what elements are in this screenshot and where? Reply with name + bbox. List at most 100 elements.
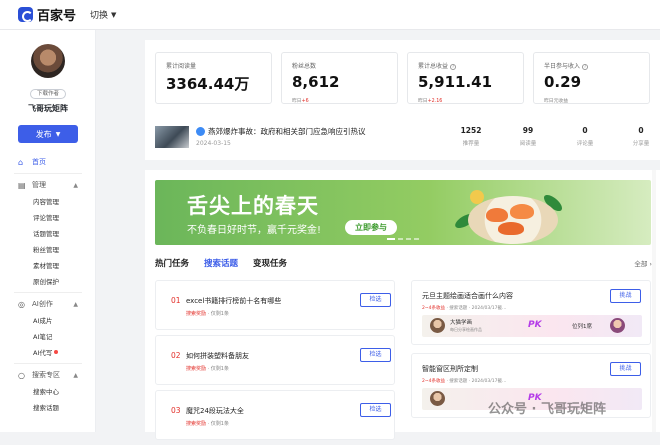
challenge-button[interactable]: 挑战 (610, 362, 641, 376)
stat-card-reads[interactable]: 累计阅读量 3364.44万 (155, 52, 272, 104)
banner-subtitle: 不负春日好时节，赢千元奖金! (187, 225, 322, 236)
sidebar-group-manage[interactable]: ▤ 管理 ▲ (0, 177, 96, 193)
plate-shape (468, 196, 558, 244)
tab-hot-tasks[interactable]: 热门任务 (155, 257, 189, 269)
chevron-down-icon: ▼ (55, 130, 61, 138)
avatar (430, 318, 445, 333)
divider (14, 173, 82, 174)
sidebar-item-content[interactable]: 内容管理 (0, 193, 96, 209)
tab-monetize-tasks[interactable]: 变现任务 (253, 257, 287, 269)
topic-deadline: · 搜索话题 · 2024/03/17截... (446, 306, 507, 311)
pk-label: PK (528, 320, 542, 330)
challenge-button[interactable]: 挑战 (610, 289, 641, 303)
new-dot-icon (54, 350, 59, 354)
author-tag: 下载作者 (30, 89, 66, 99)
tab-search-topics[interactable]: 搜索话题 (204, 257, 238, 269)
task-meta: 搜索奖励 · 仅剩1条 (186, 420, 229, 427)
list-item: 元旦主题绘画适合画什么内容 2~4条收益 · 搜索话题 · 2024/03/17… (411, 280, 651, 345)
avatar (430, 391, 445, 406)
stat-value: 3364.44万 (166, 75, 250, 93)
ai-icon: ◎ (18, 299, 25, 309)
sidebar-item-ai-video[interactable]: AI成片 (0, 312, 96, 328)
task-select-button[interactable]: 检选 (360, 293, 391, 307)
stat-label: 半日参与收入? (544, 61, 589, 70)
publish-button[interactable]: 发布 ▼ (18, 125, 78, 143)
chevron-down-icon: ▼ (111, 10, 117, 19)
task-select-button[interactable]: 检选 (360, 348, 391, 362)
carousel-dots[interactable] (387, 238, 419, 240)
sidebar-group-search[interactable]: ○ 搜索专区 ▲ (0, 367, 96, 383)
article-thumbnail[interactable] (155, 126, 189, 148)
stat-label-text: 累计总收益 (418, 63, 449, 70)
divider (14, 363, 82, 364)
help-icon[interactable]: ? (450, 64, 457, 70)
task-remaining: · 仅剩1条 (207, 311, 229, 317)
task-tag: 搜索奖励 (186, 421, 207, 427)
pk-strip[interactable]: 大猫学画 每日分享绘画作品 PK 位列1席 (422, 315, 642, 337)
task-title[interactable]: 如何拼装塑料备朋友 (186, 351, 249, 361)
hot-badge-icon (196, 127, 205, 136)
sidebar-item-fans[interactable]: 粉丝管理 (0, 241, 96, 257)
sidebar-item-original[interactable]: 原创保护 (0, 273, 96, 289)
banner-join-button[interactable]: 立即参与 (345, 220, 397, 235)
publish-label: 发布 (35, 129, 52, 139)
stat-card-income[interactable]: 累计总收益? 5,911.41 昨日+2.16 (407, 52, 524, 104)
carousel-dot[interactable] (414, 238, 419, 240)
sidebar-group-label: 管理 (32, 181, 46, 189)
scrollbar[interactable] (652, 170, 656, 432)
promo-banner[interactable]: 舌尖上的春天 不负春日好时节，赢千元奖金! 立即参与 (155, 180, 651, 245)
account-switch[interactable]: 切换 ▼ (90, 8, 117, 22)
sidebar: 下载作者 飞哥玩矩阵 发布 ▼ ⌂ 首页 ▤ 管理 ▲ 内容管理 评论管理 话题… (0, 30, 96, 432)
topic-tag: 2~4条收益 (422, 306, 445, 311)
help-icon[interactable]: ? (582, 64, 589, 70)
sidebar-group-ai[interactable]: ◎ AI创作 ▲ (0, 296, 96, 312)
sidebar-nav: ⌂ 首页 ▤ 管理 ▲ 内容管理 评论管理 话题管理 粉丝管理 素材管理 原创保… (0, 154, 96, 415)
task-select-button[interactable]: 检选 (360, 403, 391, 417)
carousel-dot[interactable] (398, 238, 403, 240)
banner-title: 舌尖上的春天 (187, 194, 319, 218)
avatar[interactable] (31, 44, 65, 78)
overview-panel: 累计阅读量 3364.44万 粉丝总数 8,612 昨日+6 累计总收益? 5,… (145, 40, 660, 160)
sidebar-item-search-topics[interactable]: 搜索话题 (0, 399, 96, 415)
article-stat-value: 0 (582, 126, 588, 135)
task-tag: 搜索奖励 (186, 311, 207, 317)
task-remaining: · 仅剩1条 (207, 366, 229, 372)
article-stat-shares: 0 分享量 (621, 126, 660, 147)
sidebar-item-comments[interactable]: 评论管理 (0, 209, 96, 225)
task-tag: 搜索奖励 (186, 366, 207, 372)
task-remaining: · 仅剩1条 (207, 421, 229, 427)
sidebar-item-ai-notes[interactable]: AI笔记 (0, 328, 96, 344)
article-stat-label: 分享量 (632, 141, 650, 147)
task-title[interactable]: 魔咒24段玩法大全 (186, 406, 244, 416)
list-item: 02 如何拼装塑料备朋友 搜索奖励 · 仅剩1条 检选 (155, 335, 395, 385)
article-stat-comments: 0 评论量 (565, 126, 605, 147)
stat-sub: 昨日+6 (292, 97, 309, 104)
article-stat-value: 1252 (460, 126, 482, 135)
stat-value: 5,911.41 (418, 73, 493, 91)
sidebar-item-topics[interactable]: 话题管理 (0, 225, 96, 241)
sidebar-item-search-center[interactable]: 搜索中心 (0, 383, 96, 399)
stat-card-halfday[interactable]: 半日参与收入? 0.29 昨日元收益 (533, 52, 650, 104)
avatar (610, 318, 625, 333)
article-stat-label: 评论量 (576, 141, 594, 147)
task-title[interactable]: excel书籍排行榜前十名有哪些 (186, 296, 281, 306)
top-bar: 百家号 切换 ▼ (0, 0, 660, 30)
stat-card-fans[interactable]: 粉丝总数 8,612 昨日+6 (281, 52, 398, 104)
article-stat-label: 阅读量 (519, 141, 537, 147)
sidebar-item-ai-writer[interactable]: AI代写 (0, 344, 96, 360)
task-meta: 搜索奖励 · 仅剩1条 (186, 310, 229, 317)
sidebar-item-home[interactable]: ⌂ 首页 (0, 154, 96, 170)
carousel-dot[interactable] (387, 238, 395, 240)
creator-name: 大猫学画 (450, 320, 473, 326)
carousel-dot[interactable] (406, 238, 411, 240)
article-title[interactable]: 燕郊爆炸事故：政府和相关部门应急响应引热议 (208, 126, 366, 137)
watermark: 公众号 · 飞哥玩矩阵 (488, 402, 606, 417)
view-all-link[interactable]: 全部 › (634, 258, 652, 268)
topic-title[interactable]: 元旦主题绘画适合画什么内容 (422, 291, 513, 301)
brand-logo[interactable]: 百家号 (18, 5, 76, 24)
stat-sub: 昨日元收益 (544, 99, 568, 104)
topic-title[interactable]: 智能窗区刑所定制 (422, 364, 478, 374)
pk-rank: 位列1席 (572, 324, 592, 330)
sidebar-item-materials[interactable]: 素材管理 (0, 257, 96, 273)
topic-meta: 2~4条收益 · 搜索话题 · 2024/03/17截... (422, 305, 506, 311)
